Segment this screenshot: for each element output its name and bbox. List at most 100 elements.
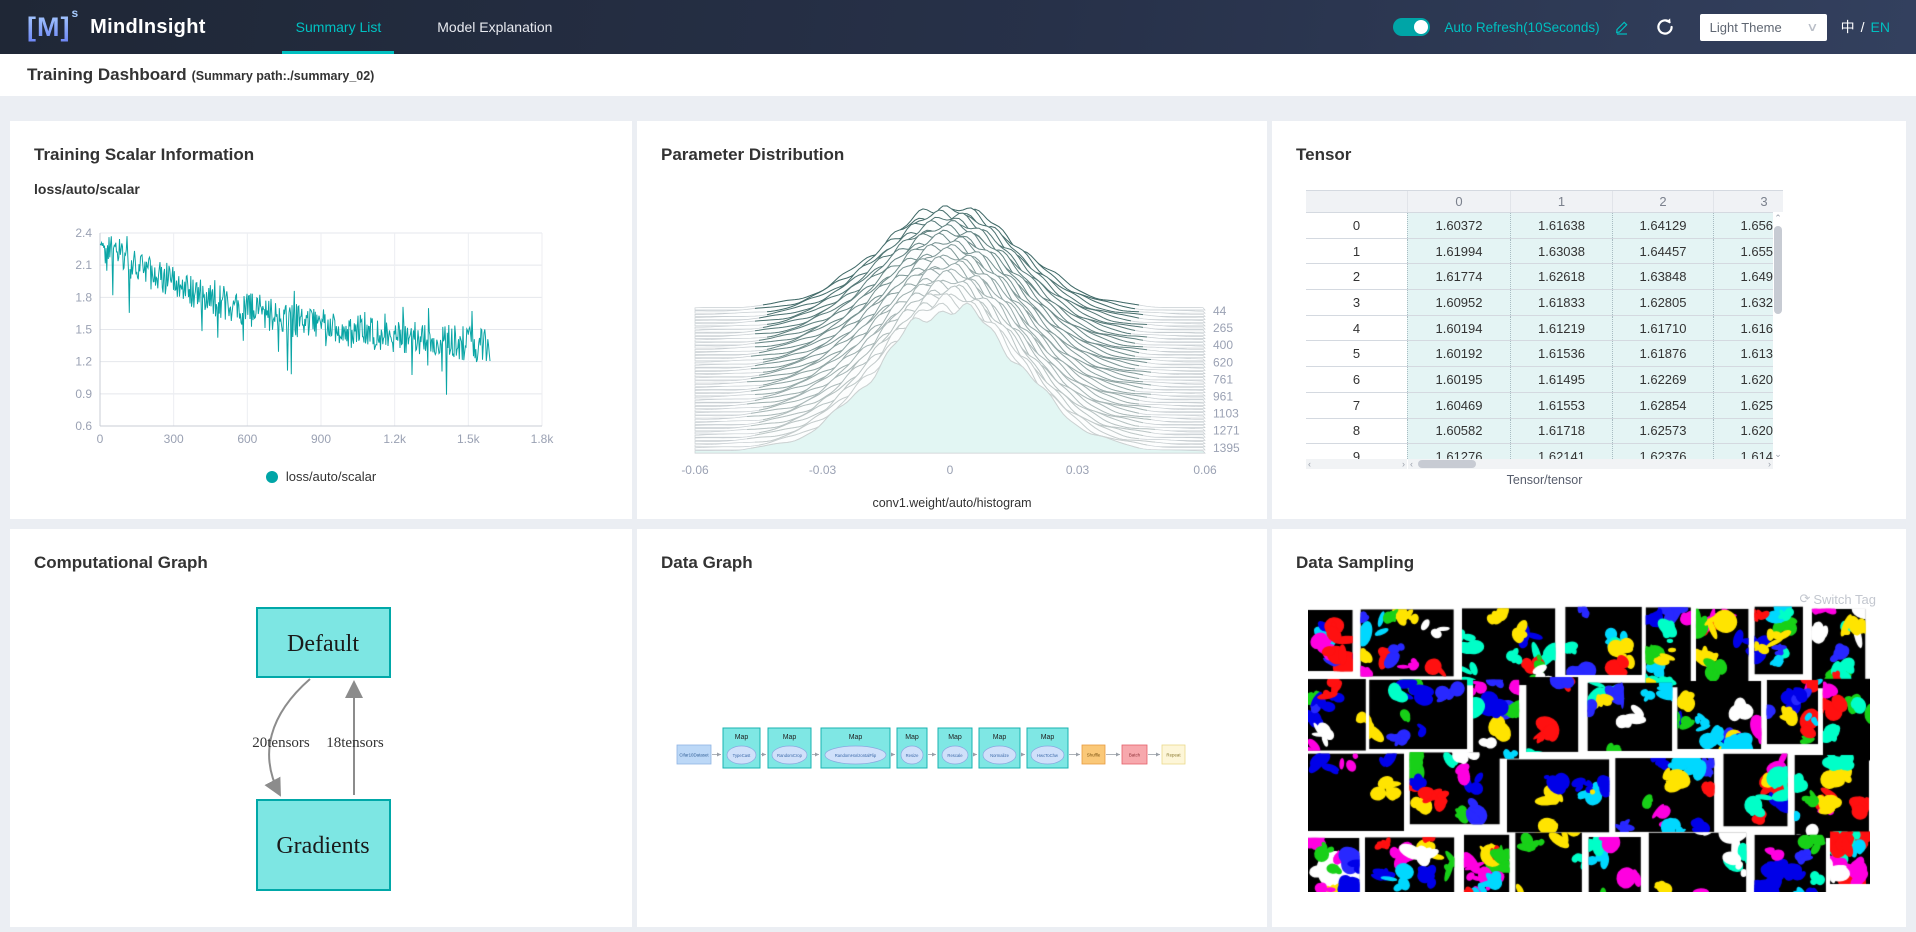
card-title-histogram: Parameter Distribution bbox=[661, 145, 844, 165]
svg-text:1103: 1103 bbox=[1213, 407, 1239, 421]
svg-text:Shuffle: Shuffle bbox=[1087, 753, 1101, 758]
refresh-icon[interactable] bbox=[1654, 16, 1676, 38]
svg-text:400: 400 bbox=[1213, 338, 1233, 352]
svg-text:0.06: 0.06 bbox=[1193, 463, 1217, 477]
svg-text:761: 761 bbox=[1213, 372, 1233, 386]
mindinsight-app: [M]s MindInsight Summary List Model Expl… bbox=[0, 0, 1916, 932]
svg-text:0.03: 0.03 bbox=[1066, 463, 1090, 477]
computational-graph-canvas[interactable]: Default Gradients 20tensors 18tensors bbox=[10, 529, 632, 927]
svg-text:Map: Map bbox=[1041, 734, 1055, 741]
page-header: Training Dashboard (Summary path:./summa… bbox=[0, 54, 1916, 96]
svg-text:265: 265 bbox=[1213, 321, 1233, 335]
horizontal-scroll-thumb[interactable] bbox=[1418, 460, 1476, 468]
svg-text:Map: Map bbox=[783, 734, 797, 741]
svg-text:Map: Map bbox=[948, 734, 962, 741]
mindinsight-logo: [M]s bbox=[27, 12, 78, 43]
svg-text:Rescale: Rescale bbox=[947, 753, 963, 758]
card-title-scalar: Training Scalar Information bbox=[34, 145, 254, 165]
svg-text:600: 600 bbox=[237, 432, 257, 446]
svg-text:1.8k: 1.8k bbox=[531, 432, 555, 446]
svg-text:1.2: 1.2 bbox=[75, 355, 92, 369]
svg-text:2.4: 2.4 bbox=[75, 226, 92, 240]
svg-text:RandomCrop: RandomCrop bbox=[777, 753, 803, 758]
lang-en[interactable]: EN bbox=[1871, 19, 1890, 35]
toggle-knob bbox=[1414, 20, 1428, 34]
card-tensor: Tensor 012301.603721.616381.641291.65623… bbox=[1272, 121, 1906, 519]
data-graph-canvas[interactable]: Cifar10Dataset Map TypeCast Map RandomCrop Ma… bbox=[637, 529, 1267, 927]
histogram-ridgeline-chart: -0.06-0.0300.030.06442654006207619611103… bbox=[655, 181, 1249, 486]
scalar-legend[interactable]: loss/auto/scalar bbox=[10, 469, 632, 484]
svg-text:Map: Map bbox=[905, 734, 919, 741]
scroll-down-icon[interactable]: ⌄ bbox=[1773, 449, 1783, 459]
nav-tabs: Summary List Model Explanation bbox=[268, 0, 581, 54]
svg-text:Cifar10Dataset: Cifar10Dataset bbox=[679, 753, 709, 758]
chevron-down-icon: ∨ bbox=[1806, 20, 1818, 34]
svg-text:Resize: Resize bbox=[906, 753, 919, 758]
card-title-data-sampling: Data Sampling bbox=[1296, 553, 1414, 573]
index-col-scrollbar[interactable]: ‹› bbox=[1306, 459, 1407, 469]
svg-text:0.6: 0.6 bbox=[75, 419, 92, 433]
card-title-tensor: Tensor bbox=[1296, 145, 1351, 165]
svg-text:HwcToChw: HwcToChw bbox=[1037, 753, 1059, 758]
lang-separator: / bbox=[1861, 19, 1865, 35]
svg-text:TypeCast: TypeCast bbox=[733, 753, 752, 758]
dashboard-grid: Training Scalar Information loss/auto/sc… bbox=[0, 96, 1916, 932]
brand: [M]s MindInsight bbox=[0, 0, 206, 54]
svg-text:1.2k: 1.2k bbox=[383, 432, 407, 446]
svg-text:Map: Map bbox=[993, 734, 1007, 741]
legend-dot-icon bbox=[266, 471, 278, 483]
svg-text:300: 300 bbox=[164, 432, 184, 446]
auto-refresh-toggle[interactable] bbox=[1393, 18, 1430, 36]
vertical-scroll-thumb[interactable] bbox=[1774, 226, 1782, 314]
card-parameter-distribution: Parameter Distribution -0.06 -0.03 0 0.03 0.… bbox=[637, 121, 1267, 519]
svg-text:-0.03: -0.03 bbox=[809, 463, 837, 477]
svg-text:Batch: Batch bbox=[1129, 753, 1141, 758]
svg-text:1.8: 1.8 bbox=[75, 290, 92, 304]
scroll-up-icon[interactable]: ⌃ bbox=[1773, 213, 1783, 223]
svg-text:44: 44 bbox=[1213, 304, 1227, 318]
edit-pencil-icon[interactable] bbox=[1614, 19, 1630, 35]
svg-text:620: 620 bbox=[1213, 355, 1233, 369]
tensor-table: 012301.603721.616381.641291.6562311.6199… bbox=[1306, 190, 1783, 470]
auto-refresh-label: Auto Refresh(10Seconds) bbox=[1444, 20, 1599, 35]
svg-text:0: 0 bbox=[97, 432, 104, 446]
theme-select[interactable]: Light Theme ∨ bbox=[1700, 14, 1827, 41]
svg-text:Default: Default bbox=[287, 631, 359, 657]
language-switch: 中 / EN bbox=[1841, 17, 1890, 37]
card-data-sampling: Data Sampling ⟳ Switch Tag bbox=[1272, 529, 1906, 927]
svg-text:1.5k: 1.5k bbox=[457, 432, 481, 446]
svg-text:Map: Map bbox=[735, 734, 749, 741]
svg-text:1271: 1271 bbox=[1213, 424, 1240, 438]
svg-text:900: 900 bbox=[311, 432, 331, 446]
logo-superscript: s bbox=[71, 6, 79, 20]
svg-text:Map: Map bbox=[849, 734, 863, 741]
svg-text:-0.06: -0.06 bbox=[681, 463, 709, 477]
card-training-scalar: Training Scalar Information loss/auto/sc… bbox=[10, 121, 632, 519]
loss-line-chart: 2.4 2.1 1.8 1.5 1.2 0.9 0.6 0 300 600 900 1.2k 1.5k 1… bbox=[28, 186, 614, 466]
svg-text:18tensors: 18tensors bbox=[326, 735, 384, 751]
svg-text:0.9: 0.9 bbox=[75, 387, 92, 401]
svg-text:Gradients: Gradients bbox=[276, 833, 369, 859]
svg-text:1395: 1395 bbox=[1213, 441, 1240, 455]
svg-text:20tensors: 20tensors bbox=[252, 735, 310, 751]
card-data-graph: Data Graph Cifar10DatasetMapTypeCastMapR… bbox=[637, 529, 1267, 927]
tab-summary-list[interactable]: Summary List bbox=[268, 0, 410, 54]
svg-text:1.5: 1.5 bbox=[75, 323, 92, 337]
tensor-caption: Tensor/tensor bbox=[1306, 473, 1783, 487]
page-title: Training Dashboard bbox=[27, 65, 187, 85]
theme-select-value: Light Theme bbox=[1710, 20, 1782, 35]
tab-model-explanation[interactable]: Model Explanation bbox=[409, 0, 580, 54]
svg-text:2.1: 2.1 bbox=[75, 258, 92, 272]
tensor-vertical-scrollbar[interactable]: ⌃ ⌄ bbox=[1773, 212, 1783, 459]
svg-text:RandomHorizontalFlip: RandomHorizontalFlip bbox=[835, 753, 877, 758]
navbar: [M]s MindInsight Summary List Model Expl… bbox=[0, 0, 1916, 54]
tensor-horizontal-scrollbar[interactable]: ‹› bbox=[1408, 459, 1773, 469]
app-title: MindInsight bbox=[90, 16, 206, 39]
lang-zh[interactable]: 中 bbox=[1841, 17, 1855, 37]
card-computational-graph: Computational Graph Default Gradients 20… bbox=[10, 529, 632, 927]
navbar-controls: Auto Refresh(10Seconds) Light Theme ∨ 中 … bbox=[1393, 0, 1916, 54]
svg-text:Repeat: Repeat bbox=[1166, 753, 1181, 758]
svg-text:0: 0 bbox=[947, 463, 954, 477]
sample-image-montage bbox=[1308, 604, 1870, 892]
histogram-caption: conv1.weight/auto/histogram bbox=[637, 496, 1267, 510]
